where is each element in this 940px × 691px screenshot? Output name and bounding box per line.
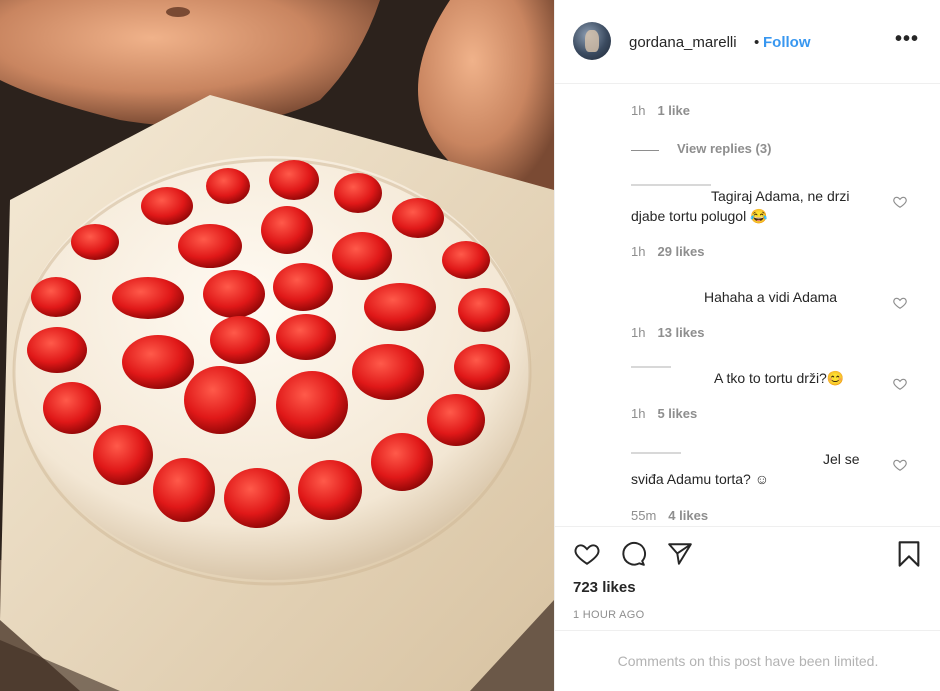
comment-icon[interactable] — [619, 541, 647, 567]
post-side-panel: gordana_marelli • Follow ••• 1h 1 like Vi… — [554, 0, 940, 691]
follow-button[interactable]: Follow — [763, 34, 811, 51]
comment-meta: 1h 5 likes — [631, 406, 697, 421]
comment-time: 1h — [631, 406, 646, 421]
post-actions: 723 likes 1 HOUR AGO — [555, 526, 940, 630]
more-options-icon[interactable]: ••• — [895, 28, 919, 51]
comment-time: 1h — [631, 244, 646, 259]
comments-limited-text: Comments on this post have been limited. — [617, 653, 879, 669]
like-comment-icon[interactable] — [893, 377, 907, 391]
username-link[interactable]: gordana_marelli — [629, 34, 737, 51]
comment-time: 1h — [631, 103, 646, 118]
like-comment-icon[interactable] — [893, 296, 907, 310]
post-timestamp[interactable]: 1 HOUR AGO — [573, 609, 644, 621]
like-comment-icon[interactable] — [893, 458, 907, 472]
comment-meta: 1h 1 like — [631, 103, 690, 118]
post-header: gordana_marelli • Follow ••• — [555, 0, 940, 84]
comment-time: 55m — [631, 508, 657, 523]
bookmark-icon[interactable] — [895, 540, 923, 568]
comment-likes[interactable]: 5 likes — [657, 406, 697, 421]
cake-photo-illustration — [0, 0, 554, 691]
like-comment-icon[interactable] — [893, 195, 907, 209]
comments-limited-notice: Comments on this post have been limited. — [555, 630, 940, 691]
hidden-username — [631, 452, 681, 454]
view-replies-label: View replies (3) — [677, 141, 772, 156]
view-replies-button[interactable]: View replies (3) — [631, 141, 771, 156]
comment-meta: 1h 29 likes — [631, 244, 704, 259]
avatar[interactable] — [573, 22, 611, 60]
comment-meta: 55m 4 likes — [631, 508, 708, 523]
comment-likes[interactable]: 1 like — [657, 103, 690, 118]
comment-likes[interactable]: 29 likes — [657, 244, 704, 259]
comment-time: 1h — [631, 325, 646, 340]
instagram-post-window: gordana_marelli • Follow ••• 1h 1 like Vi… — [0, 0, 940, 691]
comment-text: Tagiraj Adama, ne drzi — [711, 188, 850, 204]
separator-dot: • — [754, 34, 760, 51]
post-photo[interactable] — [0, 0, 554, 691]
comments-list[interactable]: 1h 1 like View replies (3) Tagiraj Adama,… — [555, 84, 940, 526]
comment-meta: 1h 13 likes — [631, 325, 704, 340]
comment-text: Jel se — [823, 451, 860, 467]
share-icon[interactable] — [666, 541, 694, 567]
comment-likes[interactable]: 13 likes — [657, 325, 704, 340]
hidden-username — [631, 184, 711, 186]
comment-text: sviđa Adamu torta? ☺ — [631, 471, 770, 487]
heart-icon[interactable] — [573, 541, 601, 567]
comment-text: djabe tortu polugol 😂 — [631, 208, 768, 224]
likes-count[interactable]: 723 likes — [573, 579, 636, 596]
comment-likes[interactable]: 4 likes — [668, 508, 708, 523]
comment-text: A tko to tortu drži?😊 — [714, 370, 845, 386]
hidden-username — [631, 366, 671, 368]
comment-text: Hahaha a vidi Adama — [704, 289, 838, 305]
